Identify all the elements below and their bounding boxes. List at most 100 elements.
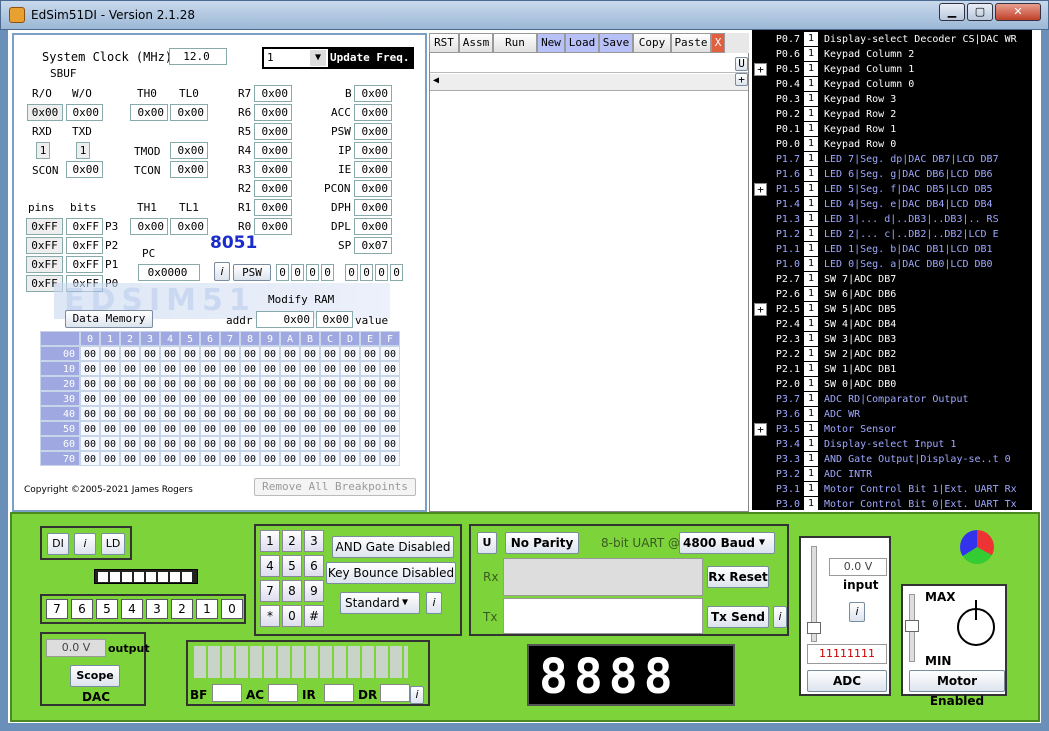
- ram-cell[interactable]: 00: [280, 406, 300, 421]
- ram-cell[interactable]: 00: [160, 451, 180, 466]
- port-bits-field[interactable]: 0xFF: [66, 237, 103, 254]
- pin-value[interactable]: 1: [804, 32, 818, 46]
- ram-cell[interactable]: 00: [260, 346, 280, 361]
- ram-cell[interactable]: 00: [260, 391, 280, 406]
- keypad-key[interactable]: 4: [260, 555, 280, 577]
- psw-bit[interactable]: 0: [276, 264, 289, 281]
- lcd-info-button[interactable]: i: [410, 686, 424, 704]
- ram-cell[interactable]: 00: [380, 346, 400, 361]
- ram-cell[interactable]: 00: [120, 451, 140, 466]
- pin-value[interactable]: 1: [804, 332, 818, 346]
- uart-u-button[interactable]: U: [477, 532, 497, 554]
- th0-field[interactable]: 0x00: [130, 104, 168, 121]
- keypad-key[interactable]: *: [260, 605, 280, 627]
- pin-value[interactable]: 1: [804, 152, 818, 166]
- pin-value[interactable]: 1: [804, 452, 818, 466]
- pin-value[interactable]: 1: [804, 77, 818, 91]
- remove-breakpoints-button[interactable]: Remove All Breakpoints: [254, 478, 416, 496]
- adc-button[interactable]: ADC: [807, 670, 887, 692]
- register-field[interactable]: 0x00: [254, 142, 292, 159]
- psw-bit[interactable]: 0: [375, 264, 388, 281]
- port-bits-field[interactable]: 0xFF: [66, 218, 103, 235]
- ram-cell[interactable]: 00: [340, 451, 360, 466]
- pin-value[interactable]: 1: [804, 47, 818, 61]
- ram-cell[interactable]: 00: [100, 436, 120, 451]
- ram-cell[interactable]: 00: [360, 361, 380, 376]
- chevron-down-icon[interactable]: ▼: [402, 597, 408, 608]
- pin-value[interactable]: 1: [804, 272, 818, 286]
- pin-value[interactable]: 1: [804, 227, 818, 241]
- ram-cell[interactable]: 00: [140, 436, 160, 451]
- ram-cell[interactable]: 00: [220, 376, 240, 391]
- ram-cell[interactable]: 00: [340, 376, 360, 391]
- register-field[interactable]: 0x00: [254, 199, 292, 216]
- ram-cell[interactable]: 00: [340, 361, 360, 376]
- pin-value[interactable]: 1: [804, 107, 818, 121]
- register-field[interactable]: 0x00: [354, 161, 392, 178]
- expand-plus-button[interactable]: +: [754, 303, 767, 316]
- ram-cell[interactable]: 00: [340, 436, 360, 451]
- u-button[interactable]: U: [735, 57, 748, 71]
- ram-cell[interactable]: 00: [100, 391, 120, 406]
- register-field[interactable]: 0x00: [254, 104, 292, 121]
- keypad-key[interactable]: 8: [282, 580, 302, 602]
- addr-field[interactable]: 0x00: [256, 311, 314, 328]
- psw-bit[interactable]: 0: [291, 264, 304, 281]
- code-input-line[interactable]: [430, 53, 748, 73]
- motor-slider-thumb[interactable]: [905, 620, 919, 632]
- pc-info-button[interactable]: i: [214, 262, 230, 281]
- ram-cell[interactable]: 00: [320, 451, 340, 466]
- ram-cell[interactable]: 00: [300, 406, 320, 421]
- ram-cell[interactable]: 00: [360, 451, 380, 466]
- ram-cell[interactable]: 00: [80, 421, 100, 436]
- minimize-button[interactable]: ▁: [939, 3, 965, 21]
- ram-cell[interactable]: 00: [80, 376, 100, 391]
- ram-cell[interactable]: 00: [120, 421, 140, 436]
- ram-cell[interactable]: 00: [100, 361, 120, 376]
- ram-cell[interactable]: 00: [100, 421, 120, 436]
- register-field[interactable]: 0x00: [254, 218, 292, 235]
- register-field[interactable]: 0x00: [254, 85, 292, 102]
- ram-cell[interactable]: 00: [200, 451, 220, 466]
- ram-cell[interactable]: 00: [340, 391, 360, 406]
- ram-cell[interactable]: 00: [280, 436, 300, 451]
- ram-cell[interactable]: 00: [140, 361, 160, 376]
- ram-cell[interactable]: 00: [360, 406, 380, 421]
- ram-cell[interactable]: 00: [220, 391, 240, 406]
- data-memory-button[interactable]: Data Memory: [65, 310, 153, 328]
- pin-value[interactable]: 1: [804, 482, 818, 496]
- switch-button[interactable]: 6: [71, 599, 93, 619]
- keypad-key[interactable]: 0: [282, 605, 302, 627]
- ram-cell[interactable]: 00: [340, 346, 360, 361]
- psw-bit[interactable]: 0: [345, 264, 358, 281]
- register-field[interactable]: 0x00: [354, 104, 392, 121]
- keypad-key[interactable]: 2: [282, 530, 302, 552]
- ram-cell[interactable]: 00: [340, 421, 360, 436]
- ram-cell[interactable]: 00: [100, 346, 120, 361]
- rxd-field[interactable]: 1: [36, 142, 50, 159]
- chevron-down-icon[interactable]: ▼: [759, 537, 765, 548]
- register-field[interactable]: 0x00: [354, 123, 392, 140]
- keypad-key[interactable]: #: [304, 605, 324, 627]
- register-field[interactable]: 0x07: [354, 237, 392, 254]
- register-field[interactable]: 0x00: [254, 123, 292, 140]
- uart-info-button[interactable]: i: [773, 606, 787, 628]
- ram-cell[interactable]: 00: [260, 436, 280, 451]
- ram-cell[interactable]: 00: [140, 391, 160, 406]
- ram-cell[interactable]: 00: [280, 361, 300, 376]
- pin-value[interactable]: 1: [804, 347, 818, 361]
- th1-field[interactable]: 0x00: [130, 218, 168, 235]
- pin-value[interactable]: 1: [804, 467, 818, 481]
- ram-cell[interactable]: 00: [260, 376, 280, 391]
- rx-reset-button[interactable]: Rx Reset: [707, 566, 769, 588]
- ram-cell[interactable]: 00: [280, 421, 300, 436]
- scroll-left-icon[interactable]: ◀: [433, 75, 439, 86]
- ram-cell[interactable]: 00: [200, 436, 220, 451]
- adc-info-button[interactable]: i: [849, 602, 865, 622]
- toolbar-rst-button[interactable]: RST: [429, 33, 459, 53]
- ram-cell[interactable]: 00: [180, 361, 200, 376]
- pin-value[interactable]: 1: [804, 497, 818, 511]
- ram-cell[interactable]: 00: [340, 406, 360, 421]
- ram-cell[interactable]: 00: [80, 391, 100, 406]
- switch-button[interactable]: 2: [171, 599, 193, 619]
